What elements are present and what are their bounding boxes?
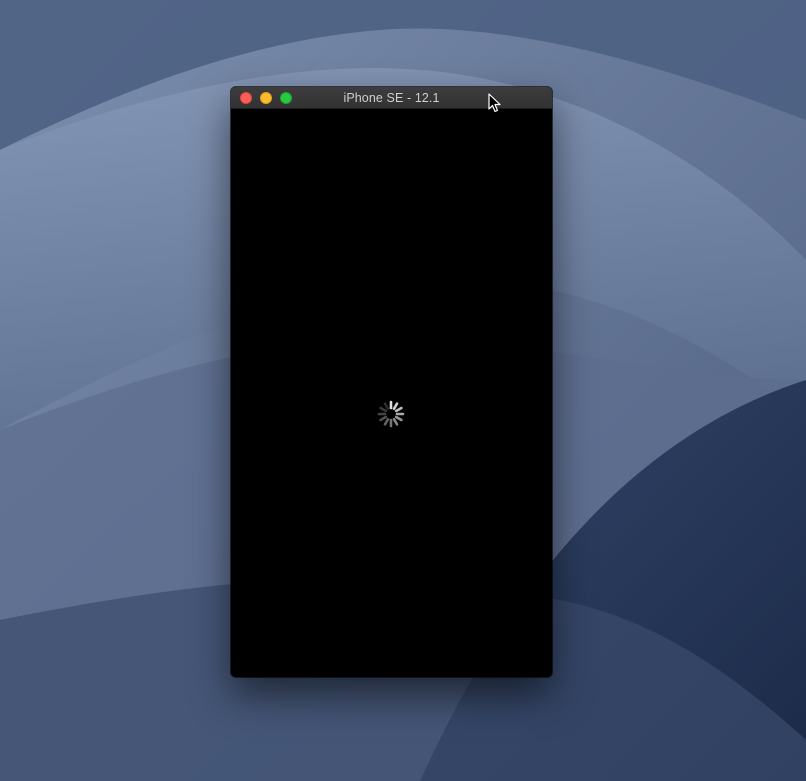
window-titlebar[interactable]: iPhone SE - 12.1 [231,87,552,109]
device-screen[interactable] [231,109,552,677]
window-title: iPhone SE - 12.1 [343,91,440,105]
desktop: iPhone SE - 12.1 [0,0,806,781]
activity-indicator-icon [377,400,405,428]
simulator-window: iPhone SE - 12.1 [231,87,552,677]
mouse-pointer-icon [488,93,501,113]
